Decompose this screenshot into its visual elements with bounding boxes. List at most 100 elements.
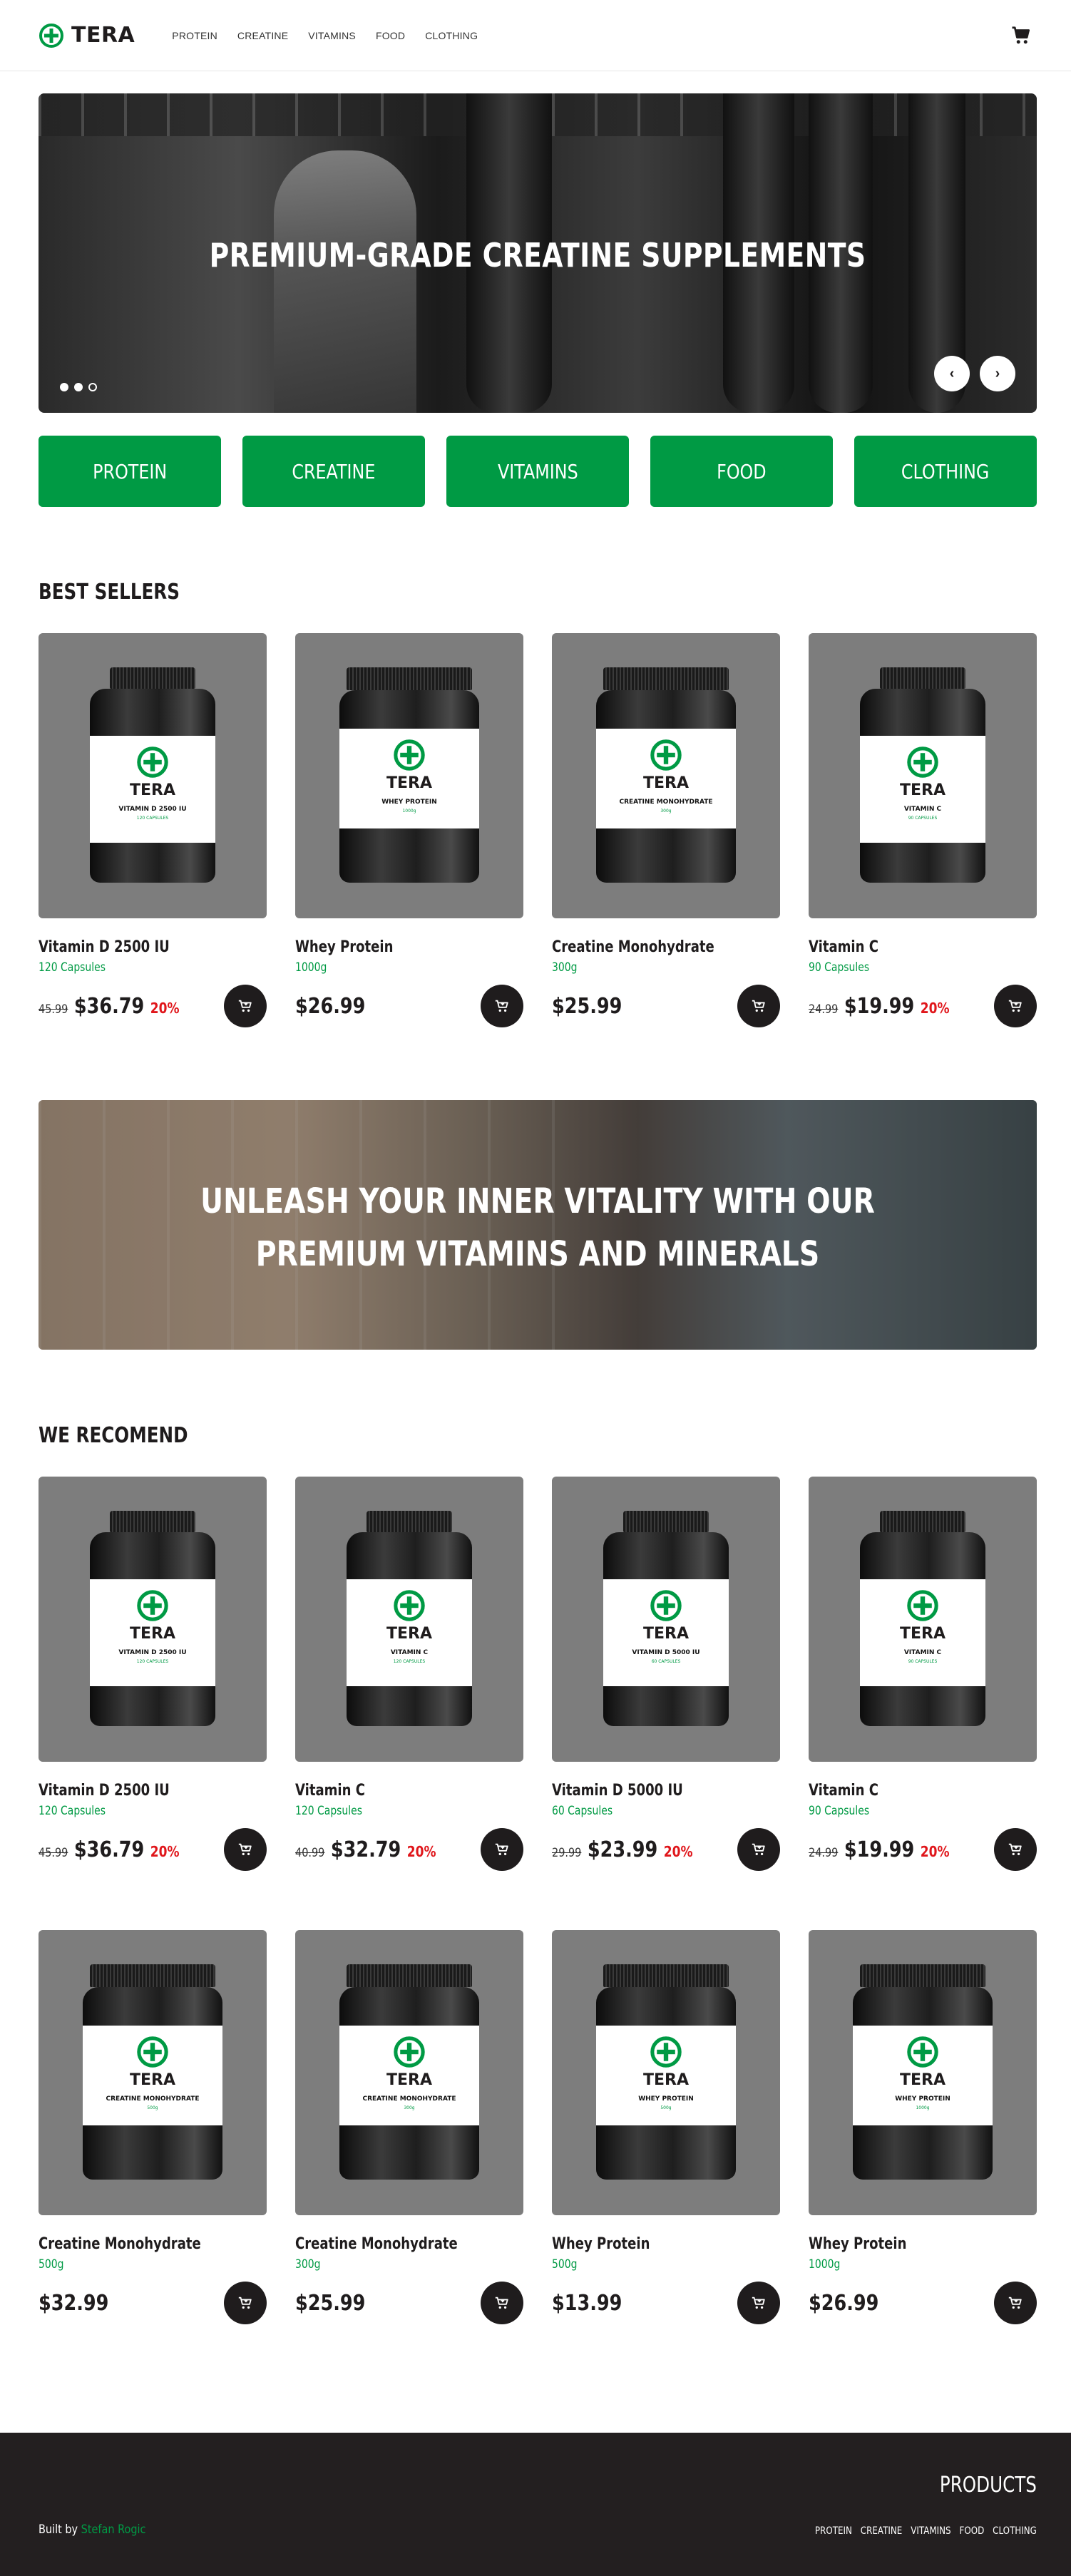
product-image[interactable]: TERA VITAMIN C 90 CAPSULES <box>809 1477 1037 1762</box>
product-card[interactable]: TERA CREATINE MONOHYDRATE 500g Creatine Mon… <box>39 1930 267 2324</box>
jar-body: TERA CREATINE MONOHYDRATE 500g <box>83 1987 222 2180</box>
product-card[interactable]: TERA VITAMIN C 90 CAPSULES Vitamin C 90 Caps… <box>809 1477 1037 1871</box>
nav-item-creatine[interactable]: CREATINE <box>237 30 288 41</box>
add-to-cart-button[interactable] <box>481 1828 523 1871</box>
product-image[interactable]: TERA VITAMIN D 5000 IU 60 CAPSULES <box>552 1477 780 1762</box>
jar-label-size: 500g <box>660 2105 672 2110</box>
footer-link-clothing[interactable]: CLOTHING <box>993 2525 1037 2537</box>
product-name[interactable]: Whey Protein <box>809 2235 995 2253</box>
jar-label-product: WHEY PROTEIN <box>638 2095 694 2103</box>
product-name[interactable]: Whey Protein <box>295 938 482 956</box>
product-image[interactable]: TERA VITAMIN D 2500 IU 120 CAPSULES <box>39 1477 267 1762</box>
category-button-vitamins[interactable]: VITAMINS <box>446 436 629 507</box>
product-image[interactable]: TERA WHEY PROTEIN 1000g <box>809 1930 1037 2215</box>
jar-label-product: WHEY PROTEIN <box>895 2095 950 2103</box>
add-to-cart-button[interactable] <box>224 985 267 1027</box>
product-image[interactable]: TERA WHEY PROTEIN 1000g <box>295 633 523 918</box>
add-to-cart-button[interactable] <box>994 1828 1037 1871</box>
logo[interactable]: TERA <box>39 23 135 48</box>
product-size: 500g <box>39 2257 64 2272</box>
nav-item-food[interactable]: FOOD <box>376 30 405 41</box>
product-image[interactable]: TERA VITAMIN C 90 CAPSULES <box>809 633 1037 918</box>
carousel-dot[interactable] <box>74 383 83 391</box>
jar-body: TERA WHEY PROTEIN 1000g <box>339 690 479 883</box>
product-size: 1000g <box>295 960 327 975</box>
jar-label: TERA WHEY PROTEIN 500g <box>596 2026 736 2125</box>
product-image[interactable]: TERA CREATINE MONOHYDRATE 500g <box>39 1930 267 2215</box>
product-card[interactable]: TERA VITAMIN D 2500 IU 120 CAPSULES Vitamin… <box>39 1477 267 1871</box>
add-to-cart-button[interactable] <box>737 2282 780 2324</box>
footer-link-food[interactable]: FOOD <box>960 2525 985 2537</box>
product-name[interactable]: Creatine Monohydrate <box>295 2235 482 2253</box>
product-card[interactable]: TERA CREATINE MONOHYDRATE 300g Creatine Mon… <box>295 1930 523 2324</box>
cart-button[interactable] <box>1010 24 1032 47</box>
carousel-next-button[interactable]: › <box>980 356 1015 391</box>
jar-lid <box>860 1964 985 1987</box>
product-name[interactable]: Creatine Monohydrate <box>39 2235 225 2253</box>
supplement-jar: TERA VITAMIN D 2500 IU 120 CAPSULES <box>90 667 215 883</box>
footer-link-protein[interactable]: PROTEIN <box>815 2525 852 2537</box>
product-image[interactable]: TERA CREATINE MONOHYDRATE 300g <box>552 633 780 918</box>
jar-label-product: VITAMIN C <box>903 806 942 813</box>
jar-label-brand: TERA <box>129 1625 175 1643</box>
add-to-cart-button[interactable] <box>481 985 523 1027</box>
product-image[interactable]: TERA CREATINE MONOHYDRATE 300g <box>295 1930 523 2215</box>
add-to-cart-button[interactable] <box>224 1828 267 1871</box>
product-name[interactable]: Vitamin C <box>295 1782 482 1800</box>
product-card[interactable]: TERA VITAMIN D 2500 IU 120 CAPSULES Vitamin… <box>39 633 267 1027</box>
product-name[interactable]: Vitamin D 5000 IU <box>552 1782 739 1800</box>
jar-label: TERA VITAMIN C 90 CAPSULES <box>860 1579 985 1686</box>
product-image[interactable]: TERA VITAMIN C 120 CAPSULES <box>295 1477 523 1762</box>
product-name[interactable]: Whey Protein <box>552 2235 739 2253</box>
carousel-dot[interactable] <box>60 383 68 391</box>
product-card[interactable]: TERA WHEY PROTEIN 500g Whey Protein 500g $13.… <box>552 1930 780 2324</box>
add-to-cart-icon <box>238 1000 252 1012</box>
category-button-protein[interactable]: PROTEIN <box>39 436 221 507</box>
product-card[interactable]: TERA VITAMIN C 120 CAPSULES Vitamin C 120 Ca… <box>295 1477 523 1871</box>
product-price-group: 24.99 $19.99 20% <box>809 994 949 1019</box>
product-name[interactable]: Vitamin D 2500 IU <box>39 1782 225 1800</box>
add-to-cart-button[interactable] <box>994 985 1037 1027</box>
product-card[interactable]: TERA WHEY PROTEIN 1000g Whey Protein 1000g $2… <box>295 633 523 1027</box>
category-button-creatine[interactable]: CREATINE <box>242 436 425 507</box>
footer-link-creatine[interactable]: CREATINE <box>861 2525 903 2537</box>
product-name[interactable]: Creatine Monohydrate <box>552 938 739 956</box>
product-price-row: $25.99 <box>295 2282 523 2324</box>
category-button-food[interactable]: FOOD <box>650 436 833 507</box>
product-name[interactable]: Vitamin C <box>809 938 995 956</box>
best-sellers-grid: TERA VITAMIN D 2500 IU 120 CAPSULES Vitamin… <box>39 633 1037 1027</box>
product-discount-badge: 20% <box>406 1842 436 1860</box>
product-price-row: $26.99 <box>295 985 523 1027</box>
product-card[interactable]: TERA CREATINE MONOHYDRATE 300g Creatine Mon… <box>552 633 780 1027</box>
product-image[interactable]: TERA WHEY PROTEIN 500g <box>552 1930 780 2215</box>
add-to-cart-button[interactable] <box>737 985 780 1027</box>
jar-label: TERA CREATINE MONOHYDRATE 500g <box>83 2026 222 2125</box>
nav-item-clothing[interactable]: CLOTHING <box>425 30 478 41</box>
product-name[interactable]: Vitamin D 2500 IU <box>39 938 225 956</box>
product-card[interactable]: TERA VITAMIN D 5000 IU 60 CAPSULES Vitamin … <box>552 1477 780 1871</box>
nav-item-vitamins[interactable]: VITAMINS <box>308 30 356 41</box>
add-to-cart-button[interactable] <box>994 2282 1037 2324</box>
product-price: $13.99 <box>552 2290 622 2316</box>
carousel-dot[interactable] <box>88 383 97 391</box>
jar-label-product: WHEY PROTEIN <box>381 799 437 806</box>
add-to-cart-button[interactable] <box>737 1828 780 1871</box>
add-to-cart-button[interactable] <box>481 2282 523 2324</box>
product-card[interactable]: TERA VITAMIN C 90 CAPSULES Vitamin C 90 Caps… <box>809 633 1037 1027</box>
product-price-group: $32.99 <box>39 2291 108 2316</box>
product-image[interactable]: TERA VITAMIN D 2500 IU 120 CAPSULES <box>39 633 267 918</box>
category-button-clothing[interactable]: CLOTHING <box>854 436 1037 507</box>
product-card[interactable]: TERA WHEY PROTEIN 1000g Whey Protein 1000g $2… <box>809 1930 1037 2324</box>
logo-text: TERA <box>71 23 135 48</box>
product-name[interactable]: Vitamin C <box>809 1782 995 1800</box>
footer-author-link[interactable]: Stefan Rogic <box>81 2523 146 2537</box>
nav-item-protein[interactable]: PROTEIN <box>172 30 217 41</box>
footer-link-vitamins[interactable]: VITAMINS <box>911 2525 950 2537</box>
add-to-cart-icon <box>752 2297 765 2309</box>
add-to-cart-button[interactable] <box>224 2282 267 2324</box>
product-price-row: $25.99 <box>552 985 780 1027</box>
product-price-row: 45.99 $36.79 20% <box>39 985 267 1027</box>
product-size: 120 Capsules <box>39 960 106 975</box>
supplement-jar: TERA WHEY PROTEIN 1000g <box>339 667 479 883</box>
carousel-prev-button[interactable]: ‹ <box>934 356 970 391</box>
